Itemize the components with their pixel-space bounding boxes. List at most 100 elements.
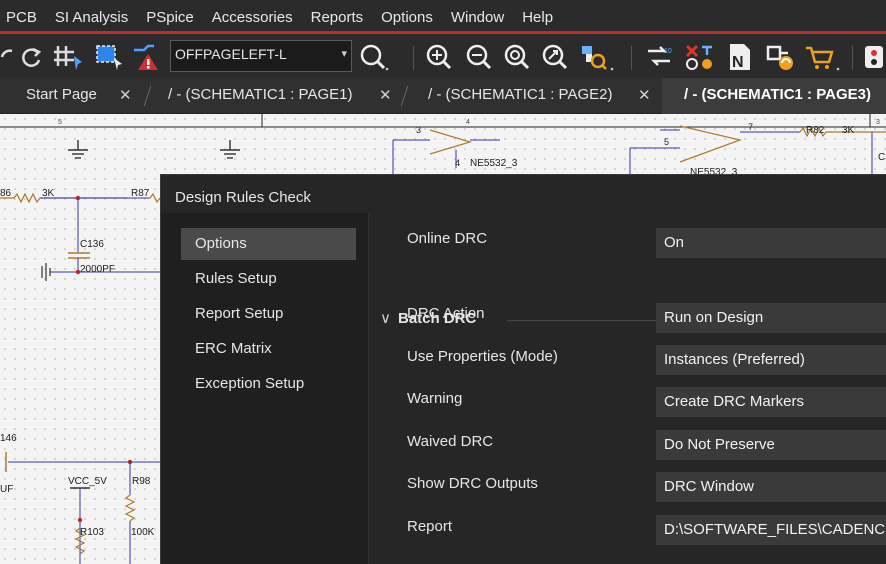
tab-label: Start Page [26, 86, 97, 103]
toolbar-separator [852, 46, 853, 70]
nav-item-rules-setup[interactable]: Rules Setup [181, 263, 356, 295]
chevron-down-icon: ▾ [341, 48, 347, 60]
ruler-label: 5 [58, 119, 62, 126]
zoom-in-icon[interactable] [422, 36, 456, 78]
select-value: On [664, 234, 685, 251]
part-ref-label: R82 [806, 125, 825, 136]
select-value: Instances (Preferred) [664, 351, 805, 368]
dialog-title: Design Rules Check [175, 189, 311, 206]
tab-label: / - (SCHEMATIC1 : PAGE3) [684, 86, 871, 103]
zoom-out-icon[interactable] [462, 36, 496, 78]
tab-label: / - (SCHEMATIC1 : PAGE2) [428, 86, 613, 103]
part-ref-label: 146 [0, 433, 17, 444]
tab-label: / - (SCHEMATIC1 : PAGE1) [168, 86, 353, 103]
nav-label: Options [195, 235, 247, 252]
tab-close-icon[interactable]: ✕ [119, 78, 132, 114]
place-part-icon[interactable] [130, 36, 166, 78]
drc-action-select[interactable]: Run on Design [656, 303, 886, 333]
ruler-label: 4 [466, 119, 470, 126]
design-rules-check-dialog: Design Rules Check Options Rules Setup R… [160, 174, 886, 564]
part-value-label: UF [0, 484, 13, 495]
select-value: Do Not Preserve [664, 436, 775, 453]
tab-page2[interactable]: / - (SCHEMATIC1 : PAGE2) [428, 78, 612, 114]
show-drc-outputs-select[interactable]: DRC Window [656, 472, 886, 502]
field-value: D:\SOFTWARE_FILES\CADENCE [664, 521, 886, 538]
select-value: Create DRC Markers [664, 393, 805, 410]
dialog-nav: Options Rules Setup Report Setup ERC Mat… [161, 213, 369, 564]
dialog-options-panel: Online DRC On ∨ Batch DRC DRC Action Run … [370, 213, 886, 564]
pin-number: 7 [748, 122, 753, 132]
chevron-down-icon: ∨ [380, 310, 391, 327]
menu-bar: PCB SI Analysis PSpice Accessories Reports Op… [0, 0, 886, 36]
ground-symbol [41, 263, 51, 281]
select-value: DRC Window [664, 478, 755, 495]
menu-accent-line [0, 31, 886, 34]
select-value: Run on Design [664, 309, 764, 326]
part-ref-label: C136 [80, 239, 104, 250]
toolbar-separator [631, 46, 632, 70]
select-area-icon[interactable] [94, 36, 126, 78]
zoom-icon[interactable] [356, 36, 390, 78]
annotate-icon[interactable]: 10 [642, 36, 678, 78]
waived-drc-select[interactable]: Do Not Preserve [656, 430, 886, 460]
redo-icon[interactable] [18, 36, 44, 78]
menu-item-help[interactable]: Help [513, 6, 562, 30]
warning-select[interactable]: Create DRC Markers [656, 387, 886, 417]
menu-item-options[interactable]: Options [372, 6, 442, 30]
cart-icon[interactable] [802, 36, 842, 78]
svg-text:N: N [732, 54, 744, 71]
nav-label: Report Setup [195, 305, 284, 322]
part-value-label: 100K [131, 527, 155, 538]
part-ref-label: R87 [131, 188, 150, 199]
ground-symbol [220, 140, 240, 159]
zoom-all-icon[interactable] [538, 36, 572, 78]
undo-icon[interactable] [0, 36, 14, 78]
tab-close-icon[interactable]: ✕ [379, 78, 392, 114]
menu-item-si-analysis[interactable]: SI Analysis [46, 6, 137, 30]
tab-start-page[interactable]: Start Page [26, 78, 97, 114]
toolbar-separator [413, 46, 414, 70]
nav-item-erc-matrix[interactable]: ERC Matrix [181, 333, 356, 365]
menu-item-accessories[interactable]: Accessories [203, 6, 302, 30]
tab-close-icon[interactable]: ✕ [638, 78, 651, 114]
drc-icon[interactable] [682, 36, 718, 78]
tab-page3[interactable]: / - (SCHEMATIC1 : PAGE3) [662, 78, 886, 114]
report-path-field[interactable]: D:\SOFTWARE_FILES\CADENCE [656, 515, 886, 545]
use-properties-select[interactable]: Instances (Preferred) [656, 345, 886, 375]
drc-action-label: DRC Action [407, 305, 485, 322]
tab-page1[interactable]: / - (SCHEMATIC1 : PAGE1) [168, 78, 352, 114]
pin-number: 5 [664, 137, 669, 147]
show-drc-outputs-label: Show DRC Outputs [407, 475, 538, 492]
menu-item-pcb[interactable]: PCB [0, 6, 46, 30]
part-combo-box[interactable]: OFFPAGELEFT-L ▾ [170, 40, 352, 72]
nav-label: Exception Setup [195, 375, 305, 392]
netlist-icon[interactable]: N [722, 36, 758, 78]
online-drc-select[interactable]: On [656, 228, 886, 258]
power-net-label: VCC_5V [68, 476, 107, 487]
nav-item-exception-setup[interactable]: Exception Setup [181, 368, 356, 400]
search-part-icon[interactable] [576, 36, 616, 78]
ruler-label: 3 [876, 119, 880, 126]
cross-probe-icon[interactable] [762, 36, 798, 78]
report-label: Report [407, 518, 453, 535]
part-value-label: 2000PF [80, 264, 115, 275]
svg-text:10: 10 [664, 48, 672, 55]
zoom-fit-icon[interactable] [500, 36, 534, 78]
pin-number: 4 [455, 158, 460, 168]
part-combo-value: OFFPAGELEFT-L [175, 46, 287, 62]
menu-item-pspice[interactable]: PSpice [137, 6, 203, 30]
part-ref-label: NE5532_3 [470, 158, 518, 169]
menu-item-window[interactable]: Window [442, 6, 513, 30]
warning-label: Warning [407, 390, 463, 407]
pin-number: 3 [416, 125, 421, 135]
nav-item-report-setup[interactable]: Report Setup [181, 298, 356, 330]
rules-icon[interactable] [862, 36, 886, 78]
part-ref-label: R98 [132, 476, 151, 487]
part-ref-label: 86 [0, 188, 12, 199]
part-value-label: 3K [42, 188, 55, 199]
part-ref-label: R103 [80, 527, 104, 538]
nav-item-options[interactable]: Options [181, 228, 356, 260]
menu-item-reports[interactable]: Reports [302, 6, 373, 30]
snap-grid-icon[interactable] [52, 36, 86, 78]
waived-drc-label: Waived DRC [407, 433, 494, 450]
